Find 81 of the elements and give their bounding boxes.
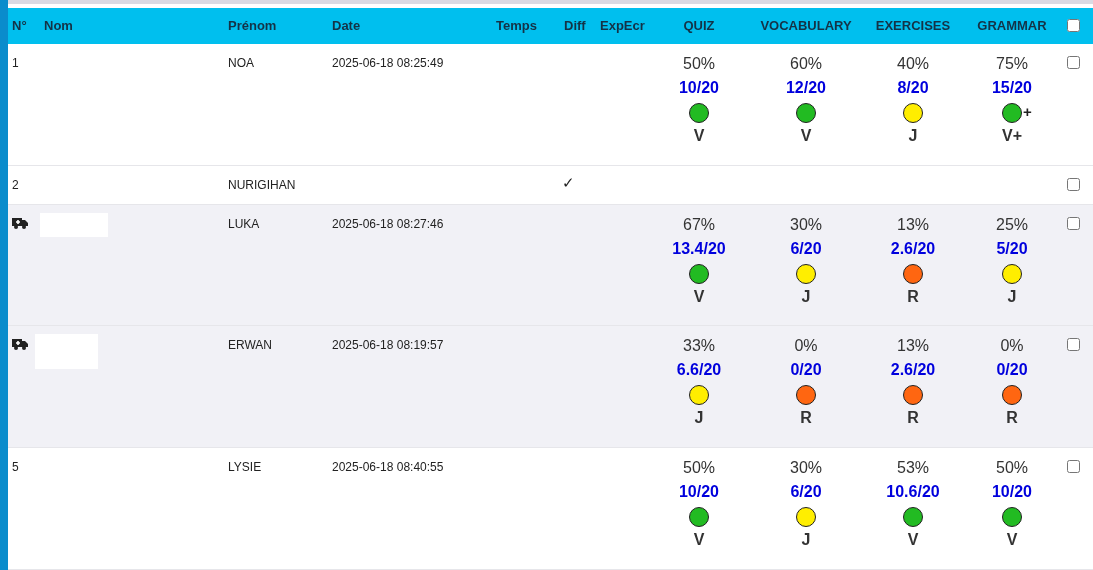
percent-text: 30% (790, 459, 822, 479)
score-text: 2.6/20 (890, 361, 936, 381)
grade-letter: V (907, 531, 919, 550)
score-text: 12/20 (785, 78, 826, 98)
percent-text: 13% (897, 337, 929, 357)
first-name: ERWAN (227, 337, 273, 355)
percent-text: 50% (996, 459, 1028, 479)
percent-text: 75% (996, 54, 1028, 74)
date-cell-text: 2025-06-18 08:27:46 (331, 215, 445, 233)
grade-letter: J (801, 531, 811, 550)
column-header[interactable]: VOCABULARY (752, 18, 860, 34)
plus-mark: + (1023, 102, 1032, 120)
row-checkbox[interactable] (1067, 338, 1080, 352)
percent-text: 60% (790, 54, 822, 74)
row-checkbox[interactable] (1067, 55, 1080, 69)
score-text: 0/20 (790, 361, 822, 381)
first-name: NOA (227, 54, 255, 72)
percent-text: 25% (996, 215, 1028, 235)
grade-letter: R (907, 409, 919, 428)
select-all-checkbox[interactable] (1067, 19, 1080, 33)
percent-text: 40% (897, 54, 929, 74)
row-checkbox[interactable] (1067, 460, 1080, 474)
column-header[interactable]: Nom (40, 18, 224, 34)
score-text: 6.6/20 (676, 361, 722, 381)
column-header[interactable]: EXERCISES (860, 18, 966, 34)
row-checkbox[interactable] (1067, 177, 1080, 191)
grade-letter: R (1006, 409, 1018, 428)
grade-letter: V+ (1002, 126, 1022, 145)
column-header[interactable]: N° (8, 18, 40, 34)
percent-text: 53% (897, 459, 929, 479)
column-header[interactable]: QUIZ (646, 18, 752, 34)
first-name: LYSIE (227, 459, 263, 477)
grade-letter: V (800, 126, 812, 145)
grade-letter: J (801, 287, 811, 306)
score-text: 10/20 (678, 483, 719, 503)
grade-letter: V (1006, 531, 1018, 550)
ambulance-icon (12, 216, 28, 229)
row-number: 2 (11, 176, 20, 194)
percent-text: 0% (1000, 337, 1024, 357)
percent-text: 50% (683, 459, 715, 479)
first-name: LUKA (227, 215, 261, 233)
grade-letter: V (693, 287, 705, 306)
column-header[interactable]: Date (328, 18, 492, 34)
score-text: 5/20 (996, 239, 1028, 259)
percent-text: 13% (897, 215, 929, 235)
diff-check: ✓ (562, 173, 575, 191)
date-cell-text: 2025-06-18 08:19:57 (331, 337, 445, 355)
percent-text: 33% (683, 337, 715, 357)
score-text: 2.6/20 (890, 239, 936, 259)
percent-text: 67% (683, 215, 715, 235)
grade-letter: J (694, 409, 704, 428)
column-header[interactable]: GRAMMAR (966, 18, 1058, 34)
score-text: 0/20 (996, 361, 1028, 381)
grade-letter: R (907, 287, 919, 306)
date-cell-text: 2025-06-18 08:40:55 (331, 459, 445, 477)
percent-text: 30% (790, 215, 822, 235)
column-header[interactable]: ExpEcr (596, 18, 646, 34)
grade-letter: V (693, 126, 705, 145)
grade-letter: J (908, 126, 918, 145)
column-header[interactable]: Prénom (224, 18, 328, 34)
grade-letter: R (800, 409, 812, 428)
percent-text: 0% (794, 337, 818, 357)
score-text: 10/20 (991, 483, 1032, 503)
row-checkbox[interactable] (1067, 216, 1080, 230)
column-header[interactable]: Temps (492, 18, 560, 34)
grade-letter: V (693, 531, 705, 550)
column-header[interactable]: Diff (560, 18, 596, 34)
date-cell-text: 2025-06-18 08:25:49 (331, 54, 445, 72)
grade-letter: J (1007, 287, 1017, 306)
score-text: 10/20 (678, 78, 719, 98)
row-number: 1 (11, 54, 20, 72)
score-text: 6/20 (790, 239, 822, 259)
percent-text: 50% (683, 54, 715, 74)
score-text: 10.6/20 (886, 483, 940, 503)
score-text: 8/20 (897, 78, 929, 98)
score-text: 13.4/20 (672, 239, 726, 259)
score-text: 6/20 (790, 483, 822, 503)
ambulance-icon (12, 338, 28, 351)
first-name: NURIGIHAN (227, 176, 297, 194)
score-text: 15/20 (991, 78, 1032, 98)
row-number: 5 (11, 459, 20, 477)
